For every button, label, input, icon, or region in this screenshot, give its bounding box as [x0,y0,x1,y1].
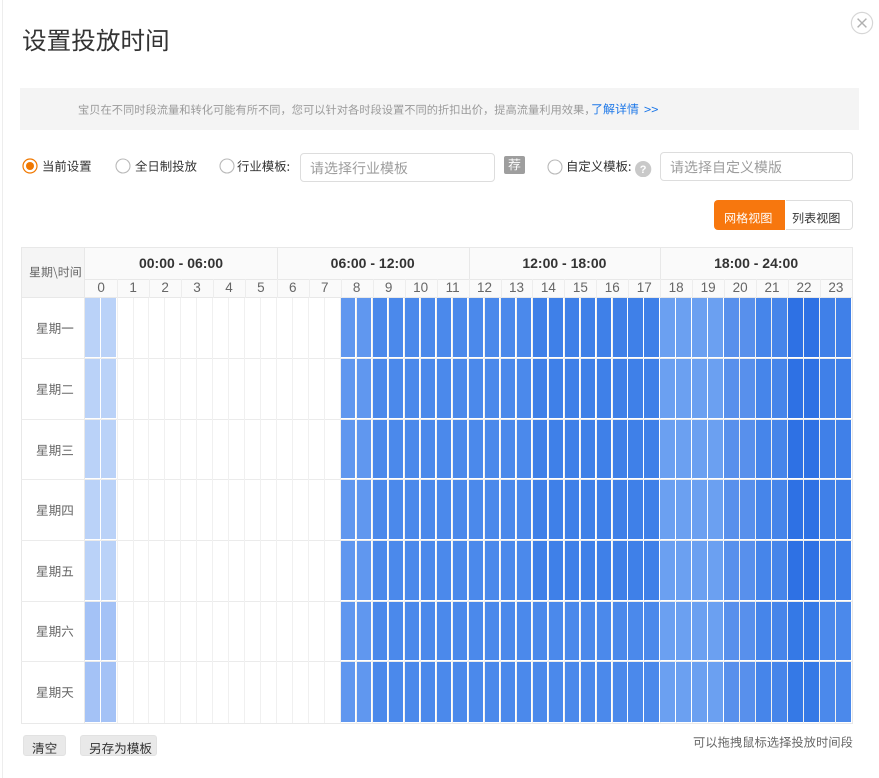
svg-text:?: ? [640,164,647,176]
